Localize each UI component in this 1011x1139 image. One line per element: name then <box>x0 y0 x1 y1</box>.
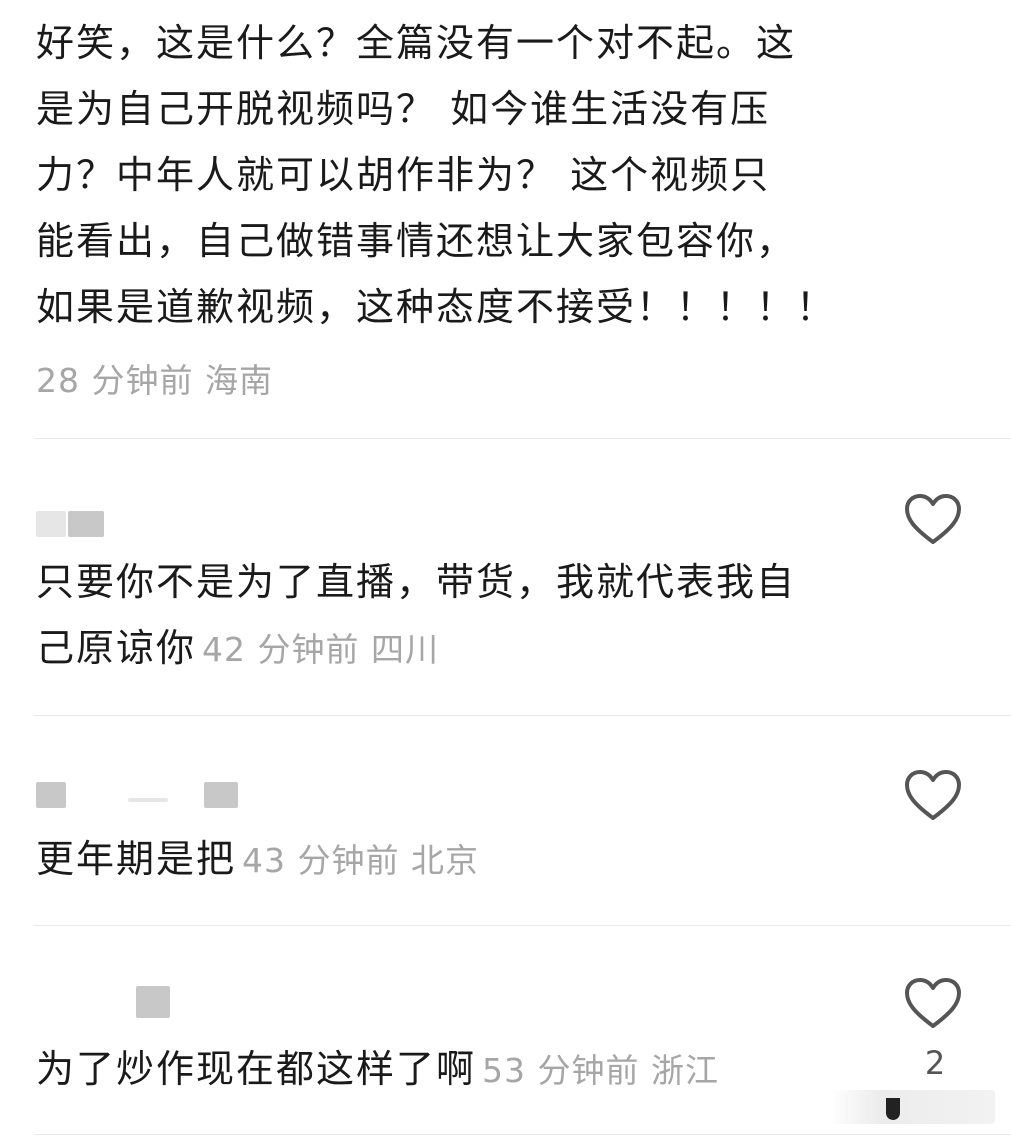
comment-text-line-2: 己原谅你 42 分钟前 四川 <box>36 615 856 683</box>
username-redacted[interactable] <box>36 986 176 1018</box>
like-count: 2 <box>924 1044 946 1082</box>
watermark <box>830 1090 995 1124</box>
comment-text: 好笑，这是什么？全篇没有一个对不起。这 是为自己开脱视频吗？ 如今谁生活没有压 … <box>36 10 856 340</box>
comment-meta: 53 分钟前 浙江 <box>482 1051 719 1090</box>
watermark-glyph <box>886 1098 900 1120</box>
heart-outline-icon[interactable] <box>904 494 962 546</box>
heart-outline-icon[interactable] <box>904 770 962 822</box>
heart-outline-icon[interactable] <box>904 978 962 1030</box>
username-blur <box>36 511 66 537</box>
comment-meta: 28 分钟前 海南 <box>36 361 273 400</box>
username-blur <box>136 986 170 1018</box>
username-blur <box>204 782 238 808</box>
comment-text: 更年期是把 43 分钟前 北京 <box>36 826 856 894</box>
username-blur <box>68 511 104 537</box>
comment-text-content: 更年期是把 <box>36 837 237 881</box>
comment-text-line: 力？中年人就可以胡作非为？ 这个视频只 <box>36 153 771 197</box>
username-blur <box>36 782 66 808</box>
comment-text-line: 好笑，这是什么？全篇没有一个对不起。这 <box>36 21 797 65</box>
comment-text-line: 如果是道歉视频，这种态度不接受！！！！！ <box>36 285 837 329</box>
divider <box>34 1134 1011 1135</box>
comment-2: 只要你不是为了直播，带货，我就代表我自 己原谅你 42 分钟前 四川 <box>0 439 1011 716</box>
comment-meta: 43 分钟前 北京 <box>242 841 479 880</box>
comment-text-line: 只要你不是为了直播，带货，我就代表我自 <box>36 560 797 604</box>
comment-text-content: 为了炒作现在都这样了啊 <box>36 1047 477 1091</box>
username-redacted[interactable] <box>36 782 246 808</box>
comment-1: 好笑，这是什么？全篇没有一个对不起。这 是为自己开脱视频吗？ 如今谁生活没有压 … <box>0 0 1011 440</box>
comment-3: 更年期是把 43 分钟前 北京 <box>0 716 1011 926</box>
comment-text: 为了炒作现在都这样了啊 53 分钟前 浙江 <box>36 1036 856 1104</box>
username-redacted[interactable] <box>36 511 116 537</box>
comment-text-line: 是为自己开脱视频吗？ 如今谁生活没有压 <box>36 87 771 131</box>
comment-text-line: 为了炒作现在都这样了啊 53 分钟前 浙江 <box>36 1036 856 1104</box>
username-blur <box>128 798 168 802</box>
comment-text-tail: 己原谅你 <box>36 626 197 670</box>
comment-text-line: 能看出，自己做错事情还想让大家包容你， <box>36 219 797 263</box>
comment-meta: 42 分钟前 四川 <box>202 630 439 669</box>
comment-text-line: 更年期是把 43 分钟前 北京 <box>36 826 856 894</box>
comment-text: 只要你不是为了直播，带货，我就代表我自 己原谅你 42 分钟前 四川 <box>36 549 856 683</box>
